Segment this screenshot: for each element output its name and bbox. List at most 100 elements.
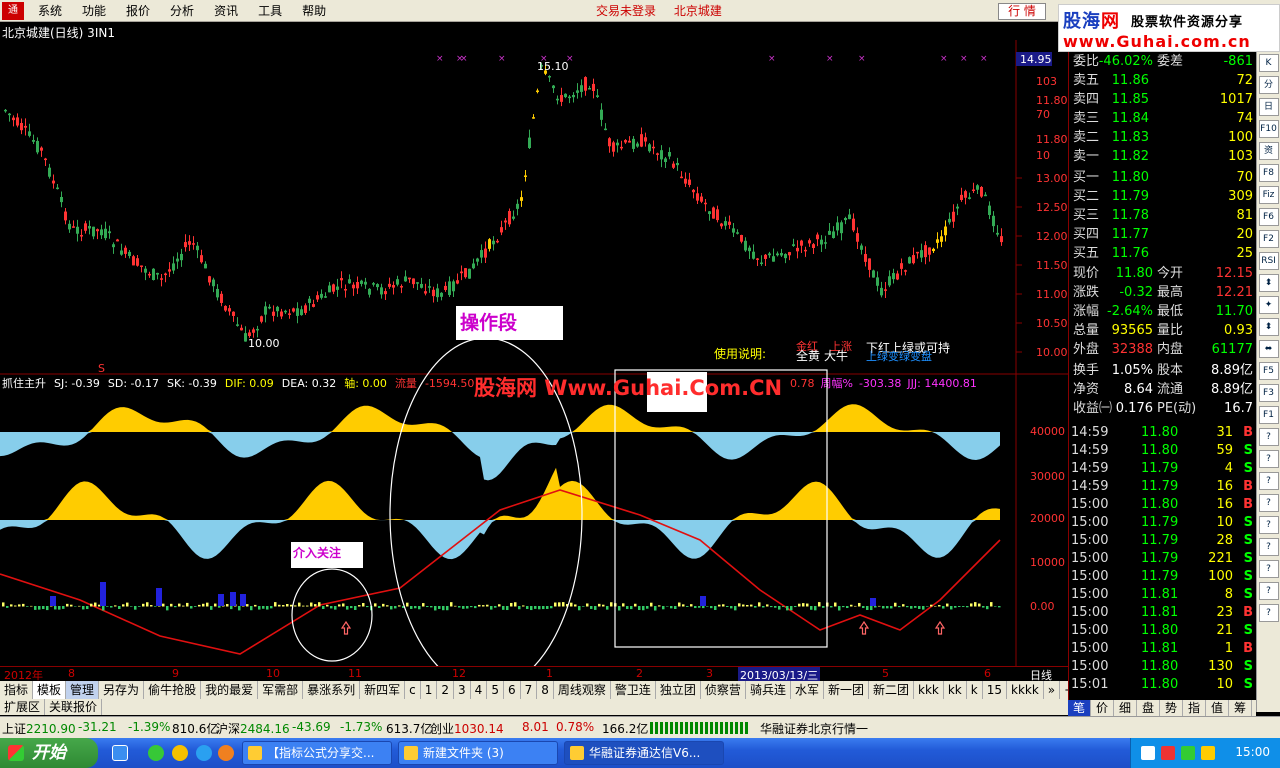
panel-tab[interactable]: 细 xyxy=(1114,700,1137,716)
trade-login-status[interactable]: 交易未登录 xyxy=(596,4,656,18)
side-tool-button[interactable]: F10 xyxy=(1258,120,1279,138)
formula-tab[interactable]: 暴涨系列 xyxy=(303,681,361,699)
tray-network-icon[interactable] xyxy=(1181,746,1195,760)
bid-row[interactable]: 买二 11.79 309 xyxy=(1069,187,1257,206)
formula-tab[interactable]: 侦察营 xyxy=(701,681,746,699)
formula-tab[interactable]: 管理 xyxy=(66,681,100,699)
side-tool-button[interactable]: 资 xyxy=(1258,142,1279,160)
panel-tab[interactable]: 盘 xyxy=(1137,700,1160,716)
tray-volume-icon[interactable] xyxy=(1201,746,1215,760)
formula-tab[interactable]: 军需部 xyxy=(258,681,304,699)
formula-tab[interactable]: 7 xyxy=(521,681,538,699)
task-new-folder[interactable]: 新建文件夹 (3) xyxy=(398,741,558,765)
side-tool-button[interactable]: ? xyxy=(1258,582,1279,600)
formula-tab[interactable]: kk xyxy=(944,681,967,699)
bid-row[interactable]: 买一 11.80 70 xyxy=(1069,168,1257,187)
bid-row[interactable]: 买四 11.77 20 xyxy=(1069,225,1257,244)
side-tool-button[interactable]: K xyxy=(1258,54,1279,72)
chrome-icon[interactable] xyxy=(172,745,188,761)
formula-tab[interactable]: 3 xyxy=(454,681,471,699)
formula-tab[interactable]: 偷牛抢股 xyxy=(144,681,202,699)
side-tool-button[interactable]: ? xyxy=(1258,604,1279,622)
tray-keyboard-icon[interactable] xyxy=(1141,746,1155,760)
side-tool-button[interactable]: F8 xyxy=(1258,164,1279,182)
formula-tab[interactable]: 6 xyxy=(504,681,521,699)
task-formula-share[interactable]: 【指标公式分享交... xyxy=(242,741,392,765)
formula-tab[interactable]: » xyxy=(1044,681,1061,699)
bid-row[interactable]: 买三 11.78 81 xyxy=(1069,206,1257,225)
menu-analysis[interactable]: 分析 xyxy=(160,0,204,22)
formula-tab[interactable]: 周线观察 xyxy=(554,681,611,699)
ie-icon[interactable] xyxy=(196,745,212,761)
menu-info[interactable]: 资讯 xyxy=(204,0,248,22)
formula-tab[interactable]: 1 xyxy=(421,681,438,699)
menu-system[interactable]: 系统 xyxy=(28,0,72,22)
formula-tab[interactable]: 模板 xyxy=(33,681,67,699)
tab-extension[interactable]: 扩展区 xyxy=(0,699,46,715)
side-tool-button[interactable]: ? xyxy=(1258,560,1279,578)
side-tool-button[interactable]: ? xyxy=(1258,516,1279,534)
formula-tab[interactable]: 我的最爱 xyxy=(201,681,259,699)
side-tool-button[interactable]: ? xyxy=(1258,538,1279,556)
formula-tab[interactable]: 新四军 xyxy=(360,681,406,699)
formula-tab[interactable]: 2 xyxy=(437,681,455,699)
ask-row[interactable]: 卖五 11.86 72 xyxy=(1069,71,1257,90)
ask-row[interactable]: 卖三 11.84 74 xyxy=(1069,109,1257,128)
formula-tab[interactable]: 5 xyxy=(487,681,504,699)
side-tool-button[interactable]: ✦ xyxy=(1258,296,1279,314)
panel-tab[interactable]: 价 xyxy=(1091,700,1114,716)
ask-row[interactable]: 卖一 11.82 103 xyxy=(1069,147,1257,166)
formula-tab[interactable]: 警卫连 xyxy=(611,681,656,699)
task-tdx[interactable]: 华融证券通达信V6... xyxy=(564,741,724,765)
tray-antivirus-icon[interactable] xyxy=(1161,746,1175,760)
bid-row[interactable]: 买五 11.76 25 xyxy=(1069,244,1257,263)
start-button[interactable]: 开始 xyxy=(0,738,98,768)
side-tool-button[interactable]: F1 xyxy=(1258,406,1279,424)
formula-tab[interactable]: 8 xyxy=(537,681,554,699)
menu-function[interactable]: 功能 xyxy=(72,0,116,22)
market-button[interactable]: 行 情 xyxy=(998,3,1046,20)
side-tool-button[interactable]: 日 xyxy=(1258,98,1279,116)
side-tool-button[interactable]: 分 xyxy=(1258,76,1279,94)
side-tool-button[interactable]: F2 xyxy=(1258,230,1279,248)
side-tool-button[interactable]: ? xyxy=(1258,494,1279,512)
panel-tab[interactable]: 笔 xyxy=(1068,700,1091,716)
formula-tab[interactable]: c xyxy=(405,681,421,699)
formula-tab[interactable]: 15 xyxy=(983,681,1007,699)
formula-tab[interactable]: 新一团 xyxy=(824,681,869,699)
desktop-icon[interactable] xyxy=(112,745,128,761)
media-icon[interactable] xyxy=(218,745,234,761)
formula-tab[interactable]: kkk xyxy=(914,681,944,699)
browser-icon[interactable] xyxy=(148,745,164,761)
menu-quote[interactable]: 报价 xyxy=(116,0,160,22)
formula-tab[interactable]: 独立团 xyxy=(656,681,701,699)
panel-tab[interactable]: 势 xyxy=(1160,700,1183,716)
ask-row[interactable]: 卖二 11.83 100 xyxy=(1069,128,1257,147)
tab-related-quote[interactable]: 关联报价 xyxy=(45,699,103,715)
menu-tools[interactable]: 工具 xyxy=(248,0,292,22)
side-tool-button[interactable]: ⬌ xyxy=(1258,340,1279,358)
formula-tab[interactable]: 4 xyxy=(471,681,488,699)
menu-help[interactable]: 帮助 xyxy=(292,0,336,22)
side-tool-button[interactable]: ? xyxy=(1258,450,1279,468)
side-tool-button[interactable]: Fiz xyxy=(1258,186,1279,204)
formula-tab[interactable]: k xyxy=(967,681,983,699)
side-tool-button[interactable]: F3 xyxy=(1258,384,1279,402)
panel-tab[interactable]: 指 xyxy=(1183,700,1206,716)
formula-tab[interactable]: 水军 xyxy=(791,681,824,699)
side-tool-button[interactable]: RSI xyxy=(1258,252,1279,270)
panel-tab[interactable]: 筹 xyxy=(1229,700,1252,716)
side-tool-button[interactable]: ⬍ xyxy=(1258,274,1279,292)
ask-row[interactable]: 卖四 11.85 1017 xyxy=(1069,90,1257,109)
panel-tab[interactable]: 值 xyxy=(1206,700,1229,716)
side-tool-button[interactable]: ⬍ xyxy=(1258,318,1279,336)
formula-tab[interactable]: kkkk xyxy=(1007,681,1044,699)
side-tool-button[interactable]: ? xyxy=(1258,428,1279,446)
formula-tab[interactable]: 新二团 xyxy=(869,681,914,699)
side-tool-button[interactable]: F5 xyxy=(1258,362,1279,380)
formula-tab[interactable]: 另存为 xyxy=(99,681,145,699)
kline-chart[interactable]: × ×× × × × × × × × × × 13.0012.5012.0011.5011.0010… xyxy=(0,40,1068,666)
formula-tab[interactable]: 指标 xyxy=(0,681,34,699)
formula-tab[interactable]: 骑兵连 xyxy=(746,681,791,699)
side-tool-button[interactable]: F6 xyxy=(1258,208,1279,226)
